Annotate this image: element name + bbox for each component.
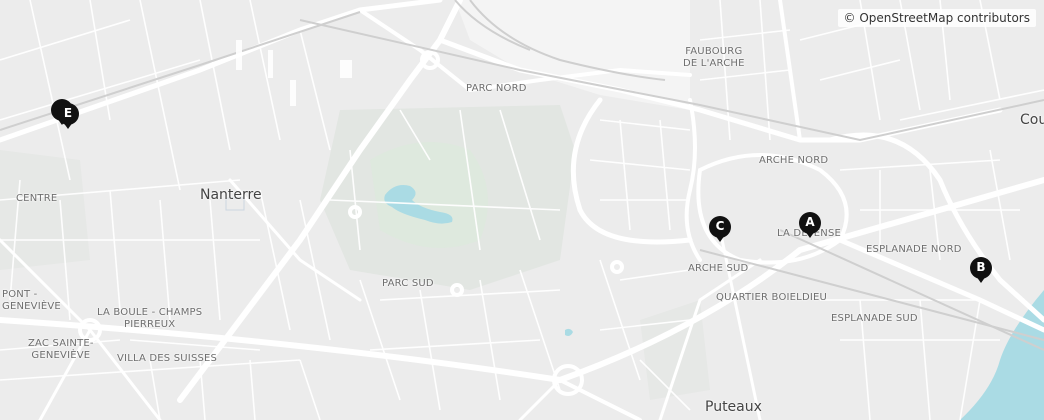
label-la-boule-line1: LA BOULE - CHAMPS	[97, 307, 203, 318]
map-marker-b[interactable]: B	[968, 256, 994, 288]
label-centre: CENTRE	[16, 193, 58, 204]
map-view[interactable]: FAUBOURG DE L'ARCHE PARC NORD ARCHE NORD…	[0, 0, 1044, 420]
label-la-boule-champs-pierreux: LA BOULE - CHAMPS PIERREUX	[97, 307, 202, 331]
label-faubourg-line1: FAUBOURG	[685, 46, 743, 57]
map-marker-e[interactable]: E	[55, 102, 81, 134]
label-courbevoie: Cou	[1020, 112, 1044, 128]
label-faubourg-de-larche: FAUBOURG DE L'ARCHE	[683, 46, 745, 70]
label-arche-nord: ARCHE NORD	[759, 155, 829, 166]
map-attribution[interactable]: © OpenStreetMap contributors	[837, 9, 1036, 27]
marker-a-label: A	[805, 215, 815, 229]
label-zac-line2: GENEVIÈVE	[31, 350, 91, 361]
label-la-boule-line2: PIERREUX	[124, 319, 176, 330]
marker-b-label: B	[976, 260, 986, 274]
label-parc-sud: PARC SUD	[382, 278, 434, 289]
label-faubourg-line2: DE L'ARCHE	[683, 58, 745, 69]
label-arche-sud: ARCHE SUD	[688, 263, 749, 274]
label-pont-line1: PONT -	[2, 289, 38, 300]
map-marker-a[interactable]: A	[797, 211, 823, 243]
label-puteaux: Puteaux	[705, 399, 762, 415]
label-quartier-boieldieu: QUARTIER BOIELDIEU	[716, 292, 828, 303]
label-parc-nord: PARC NORD	[466, 83, 527, 94]
label-esplanade-nord: ESPLANADE NORD	[866, 244, 962, 255]
label-nanterre: Nanterre	[200, 187, 262, 203]
label-villa-des-suisses: VILLA DES SUISSES	[117, 353, 218, 364]
label-zac-line1: ZAC SAINTE-	[28, 338, 94, 349]
map-marker-c[interactable]: C	[707, 215, 733, 247]
label-pont-genevieve: PONT - GENEVIÈVE	[2, 289, 61, 313]
marker-c-label: C	[715, 219, 725, 233]
label-pont-line2: GENEVIÈVE	[2, 301, 61, 312]
label-esplanade-sud: ESPLANADE SUD	[831, 313, 918, 324]
label-zac-sainte-genevieve: ZAC SAINTE- GENEVIÈVE	[28, 338, 94, 362]
marker-e-label: E	[63, 106, 73, 120]
